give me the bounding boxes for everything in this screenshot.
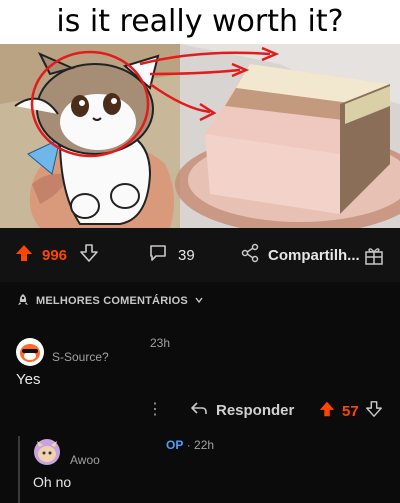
- comment-vote-group: 57: [318, 400, 383, 423]
- meme-title: is it really worth it?: [0, 0, 400, 44]
- post-vote-group: 996: [14, 228, 99, 282]
- comment-actions: ⋮ Responder 57: [0, 396, 400, 426]
- comment-count: 39: [178, 246, 195, 264]
- comment-meta: OP · 22h: [166, 438, 214, 452]
- comment-bubble-icon: [148, 243, 168, 267]
- comment-reply: Awoo OP · 22h Oh no: [0, 432, 400, 503]
- share-button[interactable]: Compartilh...: [240, 228, 360, 282]
- comment-author[interactable]: S-Source?: [52, 350, 109, 364]
- comment-timestamp: 23h: [150, 336, 171, 350]
- comment: S-Source? 23h Yes ⋮ Responder 57: [0, 322, 400, 432]
- share-icon: [240, 243, 260, 267]
- upvote-icon[interactable]: [318, 400, 336, 423]
- reply-label: Responder: [216, 401, 295, 419]
- chevron-down-icon: [194, 295, 204, 308]
- more-options-icon[interactable]: ⋮: [147, 402, 163, 418]
- reply-button[interactable]: Responder: [190, 400, 294, 420]
- comment-author[interactable]: Awoo: [70, 453, 100, 467]
- comment-score: 57: [342, 403, 359, 420]
- award-icon[interactable]: [364, 246, 384, 271]
- upvote-icon[interactable]: [14, 243, 34, 268]
- downvote-icon[interactable]: [79, 243, 99, 268]
- upvote-count: 996: [42, 246, 68, 264]
- downvote-icon[interactable]: [365, 400, 383, 423]
- comment-timestamp: · 22h: [186, 438, 215, 452]
- op-badge: OP: [166, 438, 184, 452]
- comments-button[interactable]: 39: [148, 228, 195, 282]
- rocket-icon: [16, 293, 30, 310]
- avatar[interactable]: [34, 439, 60, 470]
- post-action-bar: 996 39 Compartilh...: [0, 228, 400, 282]
- comment-body: Oh no: [33, 474, 72, 490]
- comment-body: Yes: [16, 371, 41, 388]
- reply-arrow-icon: [190, 400, 208, 420]
- comment-sort-selector[interactable]: MELHORES COMENTÁRIOS: [0, 282, 400, 320]
- sort-label: MELHORES COMENTÁRIOS: [36, 295, 188, 307]
- avatar[interactable]: [16, 338, 44, 371]
- share-label: Compartilh...: [268, 246, 360, 264]
- meme-image[interactable]: [0, 44, 400, 228]
